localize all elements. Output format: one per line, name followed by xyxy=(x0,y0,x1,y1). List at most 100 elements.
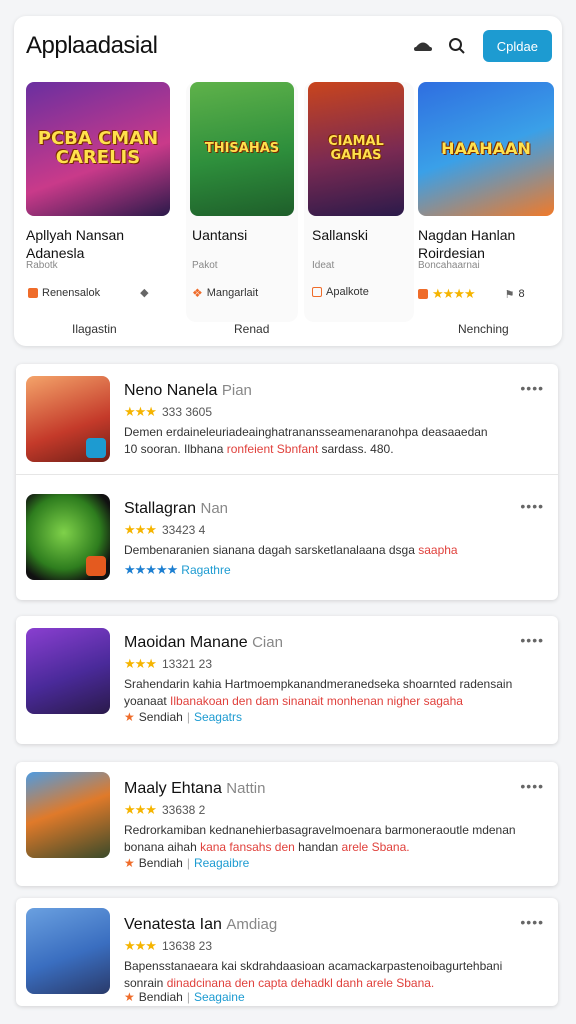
featured-thumbnail: CIAMAL GAHAS xyxy=(308,82,404,216)
featured-card[interactable]: THISAHAS Uantansi Pakot ❖ Mangarlait xyxy=(186,82,298,322)
featured-card[interactable]: PCBA CMAN CARELIS Apllyah Nansan Adanesl… xyxy=(26,82,176,322)
leaf-icon: ❖ xyxy=(192,286,203,300)
app-thumbnail xyxy=(26,772,110,858)
app-name-text: Maaly Ehtana xyxy=(124,780,222,797)
app-description: Bapensstanaeara kai skdrahdaasioan acama… xyxy=(124,958,534,992)
description-text: yoanaat xyxy=(124,694,171,708)
featured-meta-label: 8 xyxy=(518,288,525,300)
featured-meta: ❖ Mangarlait xyxy=(192,286,258,300)
description-text: sonrain xyxy=(124,976,167,990)
description-line: yoanaat Ilbanakoan den dam sinanait monh… xyxy=(124,693,534,710)
header-action-button[interactable]: Cpldae xyxy=(482,30,552,62)
app-description: Srahendarin kahia Hartmoempkanandmeraned… xyxy=(124,676,534,710)
description-line: Dembenaranien sianana dagah sarsketlanal… xyxy=(124,542,534,559)
thumbnail-text: PCBA CMAN CARELIS xyxy=(37,128,159,168)
tab-renad[interactable]: Renad xyxy=(234,322,269,336)
rating-stars: ★★★ xyxy=(124,938,157,953)
description-text: sardass. 480. xyxy=(318,442,394,456)
app-list-group: Maoidan Manane Cian ★★★ 13321 23 Srahenda… xyxy=(16,616,558,744)
meta-label: Bendiah xyxy=(138,856,183,870)
star-icon: ★ xyxy=(124,710,135,724)
meta-link[interactable]: Seagatrs xyxy=(194,710,242,724)
tab-bar: Ilagastin Renad Nenching xyxy=(14,316,562,346)
more-icon[interactable]: •••• xyxy=(520,914,544,930)
app-screen: Applaadasial Cpldae PCBA CMAN CARELIS Ap… xyxy=(0,0,576,1024)
rating-stars: ★★★ xyxy=(124,404,157,419)
meta-link[interactable]: Reagaibre xyxy=(194,856,249,870)
share-icon[interactable]: ◆ xyxy=(140,286,148,299)
more-icon[interactable]: •••• xyxy=(520,380,544,396)
featured-name: Sallanski xyxy=(312,227,369,243)
featured-sub: Ideat xyxy=(312,260,335,271)
list-item[interactable]: Venatesta Ian Amdiag ★★★ 13638 23 Bapenss… xyxy=(16,898,558,1006)
description-line: Demen erdaineleuriadeainghatranansseamen… xyxy=(124,425,488,439)
thumbnail-text: HAAHAAN xyxy=(441,138,531,158)
featured-thumbnail: HAAHAAN xyxy=(418,82,554,216)
meta-label[interactable]: Ragathre xyxy=(181,563,230,577)
rating-count: 13321 23 xyxy=(161,657,213,671)
star-icon: ★ xyxy=(124,990,135,1004)
rating-stars: ★★★ xyxy=(124,802,157,817)
featured-name: Uantansi xyxy=(192,227,248,243)
more-icon[interactable]: •••• xyxy=(520,498,544,514)
app-rating: ★★★ 33638 2 xyxy=(124,802,205,818)
app-developer: Amdiag xyxy=(226,916,278,933)
featured-meta-label: Renensalok xyxy=(42,286,101,299)
flag-icon[interactable]: ⚑ xyxy=(505,288,515,301)
app-name: Maoidan Manane Cian xyxy=(124,634,283,652)
meta-label: Sendiah xyxy=(138,710,183,724)
featured-carousel: PCBA CMAN CARELIS Apllyah Nansan Adanesl… xyxy=(14,82,562,322)
app-name: Stallagran Nan xyxy=(124,500,228,518)
app-thumbnail xyxy=(26,908,110,994)
list-item[interactable]: Neno Nanela Pian ★★★ 333 3605 Demen erdai… xyxy=(16,364,558,474)
rating-stars: ★★★ xyxy=(124,656,157,671)
app-name: Neno Nanela Pian xyxy=(124,382,252,400)
meta-link[interactable]: Seagaine xyxy=(194,990,245,1004)
hat-icon[interactable] xyxy=(409,32,437,60)
app-description: Demen erdaineleuriadeainghatranansseamen… xyxy=(124,424,534,458)
description-highlight: Ilbanakoan den dam sinanait monhenan nig… xyxy=(170,694,463,708)
rating-count: 333 3605 xyxy=(161,405,213,419)
more-icon[interactable]: •••• xyxy=(520,778,544,794)
app-list-group: Venatesta Ian Amdiag ★★★ 13638 23 Bapenss… xyxy=(16,898,558,1006)
featured-name: Apllyah Nansan Adanesla xyxy=(26,227,125,261)
list-item[interactable]: Stallagran Nan ★★★ 33423 4 Dembenaranien … xyxy=(16,482,558,592)
app-developer: Pian xyxy=(221,382,252,399)
more-icon[interactable]: •••• xyxy=(520,632,544,648)
app-name: Venatesta Ian Amdiag xyxy=(124,916,277,934)
star-icon: ★ xyxy=(124,856,135,870)
description-line: Srahendarin kahia Hartmoempkanandmeraned… xyxy=(124,677,513,691)
description-text: bonana aihah xyxy=(124,840,201,854)
app-description: Dembenaranien sianana dagah sarsketlanal… xyxy=(124,542,534,559)
badge-icon xyxy=(86,438,106,458)
description-highlight: ronfeient Sbnfant xyxy=(226,442,319,456)
list-item[interactable]: Maoidan Manane Cian ★★★ 13321 23 Srahenda… xyxy=(16,616,558,744)
featured-meta: ★★★★ ⚑ 8 xyxy=(418,286,525,302)
featured-card[interactable]: HAAHAAN Nagdan Hanlan Roirdesian Boncaha… xyxy=(418,82,558,322)
meta-label: Bendiah xyxy=(138,990,183,1004)
rating-stars: ★★★ xyxy=(124,522,157,537)
app-description: Redrorkamiban kednanehierbasagravelmoena… xyxy=(124,822,534,856)
rating-count: 33638 2 xyxy=(161,803,206,817)
app-thumbnail xyxy=(26,376,110,462)
app-rating: ★★★ 13638 23 xyxy=(124,938,212,954)
featured-meta-label: Mangarlait xyxy=(206,287,259,299)
app-developer: Nattin xyxy=(226,780,266,797)
tab-nenching[interactable]: Nenching xyxy=(458,322,509,336)
featured-card[interactable]: CIAMAL GAHAS Sallanski Ideat Apalkote xyxy=(304,82,414,322)
description-highlight: dinadcinana den capta dehadkl danh xyxy=(166,976,363,990)
app-meta: ★ Bendiah | Seagaine xyxy=(124,990,245,1004)
description-line: Bapensstanaeara kai skdrahdaasioan acama… xyxy=(124,959,503,973)
app-developer: Nan xyxy=(200,500,229,517)
list-item[interactable]: Maaly Ehtana Nattin ★★★ 33638 2 Redrorkam… xyxy=(16,762,558,886)
description-line: Redrorkamiban kednanehierbasagravelmoena… xyxy=(124,823,516,837)
description-text: 10 sooran. Ilbhana xyxy=(124,442,227,456)
tab-ilagastin[interactable]: Ilagastin xyxy=(72,322,117,336)
app-name-text: Venatesta Ian xyxy=(124,916,222,933)
app-rating: ★★★ 13321 23 xyxy=(124,656,212,672)
featured-thumbnail: PCBA CMAN CARELIS xyxy=(26,82,170,216)
divider xyxy=(16,474,558,475)
rating-count: 13638 23 xyxy=(161,939,213,953)
search-icon[interactable] xyxy=(443,32,471,60)
description-text: handan xyxy=(294,840,342,854)
